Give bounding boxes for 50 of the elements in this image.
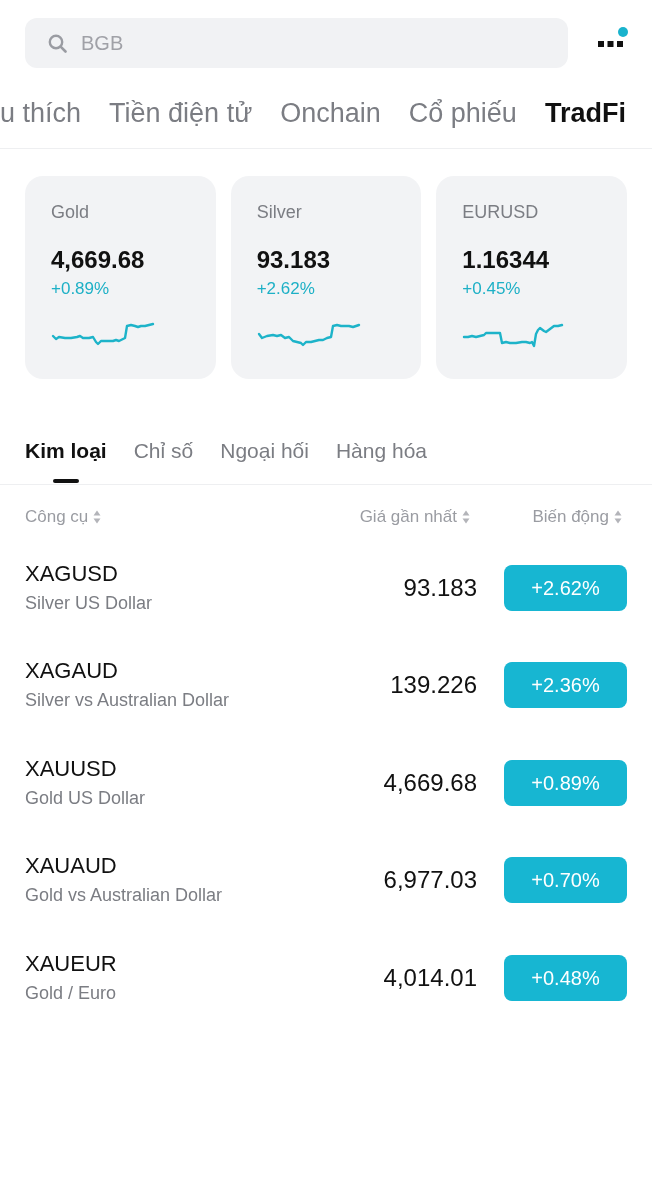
percent-change: +2.36% — [504, 662, 627, 708]
category-tab[interactable]: Kim loại — [25, 437, 107, 484]
market-tab[interactable]: Onchain — [280, 96, 381, 130]
last-price: 6,977.03 — [383, 865, 477, 895]
asset-name: Silver — [256, 201, 302, 223]
market-card[interactable]: Gold 4,669.68 +0.89% — [25, 176, 216, 379]
instrument-name: Gold vs Australian Dollar — [25, 884, 223, 907]
sort-icon — [614, 510, 622, 524]
instrument-name: Gold / Euro — [25, 981, 117, 1005]
market-card[interactable]: EURUSD 1.16344 +0.45% — [436, 176, 627, 379]
column-header[interactable]: Giá gần nhất — [359, 506, 470, 528]
sort-icon — [462, 510, 470, 524]
column-header[interactable]: Biến động — [532, 506, 622, 528]
market-tab[interactable]: Tiền điện tử — [109, 96, 253, 130]
percent-change: +0.70% — [504, 857, 627, 903]
market-card[interactable]: Silver 93.183 +2.62% — [230, 176, 422, 379]
last-price: 4,014.01 — [383, 962, 477, 993]
asset-change: +0.89% — [51, 278, 110, 300]
search-icon — [48, 34, 67, 53]
last-price: 4,669.68 — [383, 767, 477, 798]
instrument-name: Silver US Dollar — [25, 591, 153, 615]
market-tab[interactable]: TradFi — [544, 96, 626, 130]
instrument-symbol: XAGUSD — [25, 560, 118, 587]
instrument-symbol: XAUEUR — [25, 950, 117, 977]
instrument-symbol: XAGAUD — [25, 658, 118, 684]
instrument-symbol: XAUAUD — [25, 853, 117, 879]
asset-price: 93.183 — [256, 245, 331, 275]
asset-name: EURUSD — [462, 201, 539, 223]
search-field[interactable]: BGB — [25, 18, 568, 68]
category-tab[interactable]: Hàng hóa — [335, 437, 428, 484]
instrument-symbol: XAUUSD — [25, 755, 117, 782]
percent-change: +0.89% — [504, 759, 627, 806]
column-header[interactable]: Công cụ — [25, 506, 102, 528]
percent-change: +0.48% — [504, 954, 627, 1001]
more-icon[interactable] — [598, 41, 623, 47]
category-tab[interactable]: Chỉ số — [133, 437, 194, 484]
instrument-name: Gold US Dollar — [25, 786, 146, 810]
instrument-name: Silver vs Australian Dollar — [25, 689, 230, 712]
asset-change: +2.62% — [256, 278, 315, 300]
asset-price: 1.16344 — [462, 245, 550, 275]
asset-change: +0.45% — [462, 278, 521, 300]
asset-name: Gold — [51, 201, 90, 223]
percent-change: +2.62% — [504, 564, 627, 611]
asset-price: 4,669.68 — [51, 245, 145, 275]
market-tab[interactable]: Cổ phiếu — [408, 96, 517, 130]
sort-icon — [93, 510, 102, 524]
last-price: 93.183 — [403, 572, 477, 603]
category-tab[interactable]: Ngoại hối — [220, 437, 309, 484]
last-price: 139.226 — [390, 670, 477, 700]
market-tab[interactable]: u thích — [0, 96, 82, 130]
